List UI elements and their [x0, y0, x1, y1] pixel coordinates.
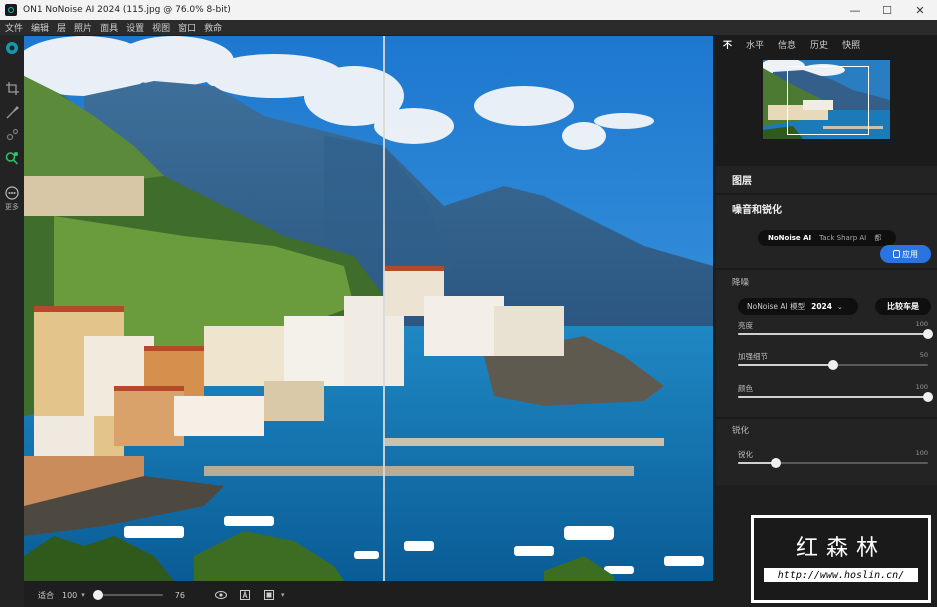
tab-snapshots[interactable]: 快照: [835, 38, 867, 51]
zoom-tool-icon[interactable]: [4, 150, 20, 166]
noise-sharpen-title: 噪音和锐化: [732, 205, 782, 216]
slider-thumb[interactable]: [828, 360, 838, 370]
right-panel: 不 水平 信息 历史 快照 图层 噪音和锐化 NoNoise AI Tack S…: [716, 35, 937, 485]
sharpen-slider-row: 锐化 100: [738, 449, 932, 468]
luminance-slider-row: 亮度 100: [738, 320, 933, 339]
menu-settings[interactable]: 设置: [122, 21, 148, 34]
zoom-slider[interactable]: [92, 590, 163, 600]
slider-thumb[interactable]: [923, 392, 933, 402]
close-button[interactable]: ✕: [903, 0, 937, 20]
zoom-slider-thumb[interactable]: [93, 590, 104, 600]
slider-fill: [738, 364, 833, 366]
retouch-icon[interactable]: [4, 126, 20, 142]
segment-tacksharp[interactable]: Tack Sharp AI: [819, 234, 866, 242]
watermark-title: 红森林: [795, 536, 886, 561]
tab-levels[interactable]: 水平: [739, 38, 771, 51]
zoom-dropdown-chevron-icon[interactable]: ▾: [81, 591, 85, 599]
model-version: 2024: [811, 302, 832, 311]
slider-label: 颜色: [738, 384, 753, 393]
menu-edit[interactable]: 编辑: [27, 21, 53, 34]
mask-view-icon[interactable]: [263, 590, 275, 600]
minimize-button[interactable]: —: [838, 0, 872, 20]
zoom-value[interactable]: 100: [62, 591, 77, 600]
slider-fill: [738, 396, 928, 398]
view-dropdown-chevron-icon[interactable]: ▾: [281, 591, 285, 599]
brush-icon[interactable]: [4, 104, 20, 120]
color-slider[interactable]: [738, 392, 933, 402]
more-label: 更多: [5, 203, 19, 211]
text-overlay-icon[interactable]: [239, 590, 251, 600]
luminance-slider[interactable]: [738, 329, 933, 339]
menu-file[interactable]: 文件: [0, 21, 27, 34]
maximize-button[interactable]: ☐: [870, 0, 904, 20]
divider: [716, 417, 937, 419]
left-toolbar: 更多: [0, 35, 24, 607]
sharpen-slider[interactable]: [738, 458, 928, 468]
slider-thumb[interactable]: [771, 458, 781, 468]
window-title: ON1 NoNoise AI 2024 (115.jpg @ 76.0% 8-b…: [23, 5, 231, 15]
navigator-viewport-box[interactable]: [787, 66, 869, 135]
slider-value[interactable]: 50: [920, 351, 928, 359]
menu-mask[interactable]: 面具: [96, 21, 122, 34]
menu-bar: 文件 编辑 层 照片 面具 设置 视图 窗口 救命: [0, 20, 937, 35]
tab-navigator[interactable]: 不: [716, 38, 739, 51]
denoise-title: 降噪: [732, 278, 750, 288]
detail-slider-row: 加强细节 50: [738, 351, 932, 370]
segment-both[interactable]: 都: [874, 233, 881, 243]
more-icon[interactable]: [4, 185, 20, 201]
fit-label[interactable]: 适合: [38, 590, 54, 601]
divider: [716, 268, 937, 270]
color-slider-row: 颜色 100: [738, 383, 933, 402]
watermark-url: http://www.hoslin.cn/: [764, 568, 918, 582]
navigator-preview[interactable]: [716, 54, 937, 166]
zoom-slider-value: 76: [174, 590, 185, 600]
menu-window[interactable]: 窗口: [174, 21, 200, 34]
ai-mode-segmented-control: NoNoise AI Tack Sharp AI 都: [758, 230, 896, 246]
menu-layer[interactable]: 层: [53, 21, 70, 34]
title-bar: ON1 NoNoise AI 2024 (115.jpg @ 76.0% 8-b…: [0, 0, 937, 20]
slider-label: 锐化: [738, 450, 753, 459]
split-divider: [383, 36, 385, 581]
model-dropdown[interactable]: NoNoise AI 模型 2024 ⌄: [738, 298, 858, 315]
watermark: 红森林 http://www.hoslin.cn/: [754, 518, 928, 600]
layers-header[interactable]: 图层: [716, 166, 937, 193]
compare-button[interactable]: 比较车是: [875, 298, 931, 315]
detail-slider[interactable]: [738, 360, 928, 370]
chevron-down-icon: ⌄: [837, 302, 843, 311]
slider-fill: [738, 333, 928, 335]
photo-image: [24, 36, 713, 581]
navigator-thumbnail: [763, 60, 890, 139]
slider-value[interactable]: 100: [916, 383, 928, 391]
model-label: NoNoise AI 模型: [747, 302, 806, 311]
slider-value[interactable]: 100: [916, 320, 928, 328]
logo-icon[interactable]: [4, 40, 20, 56]
crop-icon[interactable]: [4, 80, 20, 96]
menu-help[interactable]: 救命: [200, 21, 226, 34]
apply-button[interactable]: 应用: [880, 245, 931, 263]
slider-label: 亮度: [738, 321, 753, 330]
tab-info[interactable]: 信息: [771, 38, 803, 51]
app-icon: [5, 4, 17, 16]
panel-tabs: 不 水平 信息 历史 快照: [716, 35, 937, 54]
menu-view[interactable]: 视图: [148, 21, 174, 34]
slider-thumb[interactable]: [923, 329, 933, 339]
tab-history[interactable]: 历史: [803, 38, 835, 51]
photo-canvas[interactable]: [24, 36, 713, 581]
preview-eye-icon[interactable]: [214, 590, 227, 600]
divider: [716, 193, 937, 195]
apply-label: 应用: [902, 249, 918, 259]
bottom-bar: 适合 100 ▾ 76 ▾: [24, 583, 714, 607]
layers-title: 图层: [732, 176, 752, 187]
slider-value[interactable]: 100: [916, 449, 928, 457]
slider-label: 加强细节: [738, 352, 768, 361]
segment-nonoise[interactable]: NoNoise AI: [768, 234, 811, 242]
sharpen-title: 锐化: [732, 426, 750, 436]
menu-photo[interactable]: 照片: [70, 21, 96, 34]
lock-icon: [893, 250, 900, 258]
